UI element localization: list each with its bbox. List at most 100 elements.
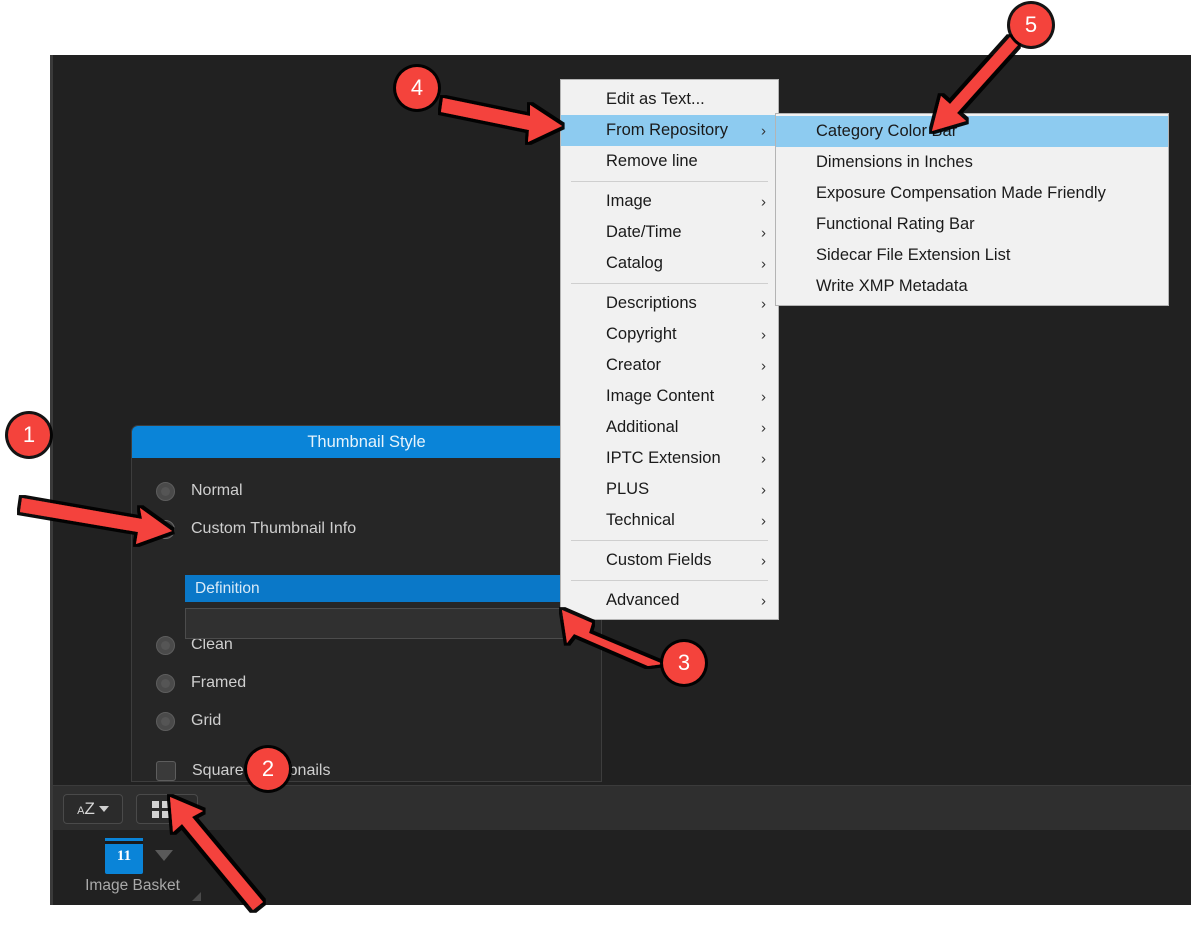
annotation-badge-2: 2 bbox=[247, 748, 289, 790]
menu-item-label: Edit as Text... bbox=[606, 90, 705, 108]
annotation-badge-5: 5 bbox=[1010, 4, 1052, 46]
thumbnail-view-button[interactable] bbox=[136, 794, 198, 824]
submenu-item-functional-rating-bar[interactable]: Functional Rating Bar bbox=[776, 209, 1168, 240]
menu-item-label: Additional bbox=[606, 418, 679, 436]
menu-separator bbox=[571, 580, 768, 581]
checkbox-square-thumbnails[interactable]: Square Thumbnails bbox=[132, 752, 601, 790]
screenshot-root: AZ 11 Image Basket Thumbnail Style Norma… bbox=[0, 0, 1191, 931]
menu-item-additional[interactable]: Additional › bbox=[561, 412, 778, 443]
menu-item-catalog[interactable]: Catalog › bbox=[561, 248, 778, 279]
repository-submenu: Category Color Bar Dimensions in Inches … bbox=[775, 113, 1169, 306]
submenu-item-label: Dimensions in Inches bbox=[816, 153, 973, 171]
menu-item-descriptions[interactable]: Descriptions › bbox=[561, 288, 778, 319]
chevron-right-icon: › bbox=[761, 592, 766, 609]
submenu-item-label: Functional Rating Bar bbox=[816, 215, 975, 233]
menu-separator bbox=[571, 540, 768, 541]
submenu-item-exposure-compensation-made-friendly[interactable]: Exposure Compensation Made Friendly bbox=[776, 178, 1168, 209]
menu-item-iptc-extension[interactable]: IPTC Extension › bbox=[561, 443, 778, 474]
submenu-item-category-color-bar[interactable]: Category Color Bar bbox=[776, 116, 1168, 147]
chevron-down-icon bbox=[172, 806, 183, 812]
menu-item-image[interactable]: Image › bbox=[561, 186, 778, 217]
chevron-right-icon: › bbox=[761, 450, 766, 467]
radio-icon bbox=[156, 711, 175, 731]
definition-input[interactable] bbox=[185, 608, 585, 639]
chevron-right-icon: › bbox=[761, 419, 766, 436]
radio-icon-selected bbox=[156, 519, 175, 539]
menu-item-copyright[interactable]: Copyright › bbox=[561, 319, 778, 350]
image-basket-count: 11 bbox=[116, 848, 132, 864]
menu-item-label: Image bbox=[606, 192, 652, 210]
chevron-right-icon: › bbox=[761, 326, 766, 343]
chevron-right-icon: › bbox=[761, 255, 766, 272]
radio-option-framed[interactable]: Framed bbox=[132, 664, 601, 702]
basket-dropdown-icon[interactable] bbox=[155, 850, 173, 861]
radio-option-grid[interactable]: Grid bbox=[132, 702, 601, 740]
image-basket-strip: 11 Image Basket bbox=[53, 830, 1191, 905]
sort-order-button[interactable]: AZ bbox=[63, 794, 123, 824]
radio-label: Grid bbox=[191, 712, 222, 729]
chevron-right-icon: › bbox=[761, 552, 766, 569]
radio-icon bbox=[156, 673, 175, 693]
menu-separator bbox=[571, 283, 768, 284]
image-basket-label: Image Basket bbox=[85, 877, 180, 894]
radio-label: Custom Thumbnail Info bbox=[191, 520, 357, 537]
menu-item-technical[interactable]: Technical › bbox=[561, 505, 778, 536]
resize-grip-icon[interactable] bbox=[192, 892, 201, 901]
context-menu: Edit as Text... From Repository › Remove… bbox=[560, 79, 779, 620]
checkbox-icon bbox=[156, 761, 176, 781]
menu-separator bbox=[571, 181, 768, 182]
sort-az-icon: AZ bbox=[77, 799, 95, 818]
submenu-item-dimensions-in-inches[interactable]: Dimensions in Inches bbox=[776, 147, 1168, 178]
menu-item-label: Copyright bbox=[606, 325, 677, 343]
menu-item-advanced[interactable]: Advanced › bbox=[561, 585, 778, 616]
menu-item-from-repository[interactable]: From Repository › bbox=[561, 115, 778, 146]
menu-item-label: Technical bbox=[606, 511, 675, 529]
radio-icon bbox=[156, 635, 175, 655]
menu-item-label: Advanced bbox=[606, 591, 680, 609]
calendar-basket-icon: 11 bbox=[105, 838, 143, 874]
radio-icon bbox=[156, 481, 175, 501]
chevron-right-icon: › bbox=[761, 388, 766, 405]
menu-item-creator[interactable]: Creator › bbox=[561, 350, 778, 381]
thumbnail-style-dialog: Thumbnail Style Normal Custom Thumbnail … bbox=[131, 425, 602, 782]
dialog-title: Thumbnail Style bbox=[132, 426, 601, 458]
chevron-down-icon bbox=[98, 806, 109, 812]
submenu-item-label: Category Color Bar bbox=[816, 122, 958, 140]
menu-item-label: Image Content bbox=[606, 387, 715, 405]
menu-item-custom-fields[interactable]: Custom Fields › bbox=[561, 545, 778, 576]
bottom-toolbar: AZ bbox=[53, 785, 1191, 830]
radio-option-normal[interactable]: Normal bbox=[132, 472, 601, 510]
menu-item-label: From Repository bbox=[606, 121, 728, 139]
submenu-item-label: Sidecar File Extension List bbox=[816, 246, 1011, 264]
menu-item-label: Custom Fields bbox=[606, 551, 712, 569]
image-basket-panel[interactable]: 11 Image Basket bbox=[65, 836, 201, 901]
submenu-item-write-xmp-metadata[interactable]: Write XMP Metadata bbox=[776, 271, 1168, 302]
radio-option-custom-thumbnail-info[interactable]: Custom Thumbnail Info bbox=[132, 510, 601, 548]
submenu-item-sidecar-file-extension-list[interactable]: Sidecar File Extension List bbox=[776, 240, 1168, 271]
menu-item-label: Remove line bbox=[606, 152, 698, 170]
menu-item-remove-line[interactable]: Remove line bbox=[561, 146, 778, 177]
chevron-right-icon: › bbox=[761, 357, 766, 374]
menu-item-image-content[interactable]: Image Content › bbox=[561, 381, 778, 412]
chevron-right-icon: › bbox=[761, 512, 766, 529]
annotation-badge-4: 4 bbox=[396, 67, 438, 109]
menu-item-label: Descriptions bbox=[606, 294, 697, 312]
menu-item-label: Catalog bbox=[606, 254, 663, 272]
menu-item-label: IPTC Extension bbox=[606, 449, 721, 467]
annotation-badge-1: 1 bbox=[8, 414, 50, 456]
dialog-body: Normal Custom Thumbnail Info Definition … bbox=[132, 458, 601, 790]
menu-item-label: PLUS bbox=[606, 480, 650, 498]
chevron-right-icon: › bbox=[761, 481, 766, 498]
menu-item-label: Date/Time bbox=[606, 223, 682, 241]
annotation-badge-3: 3 bbox=[663, 642, 705, 684]
chevron-right-icon: › bbox=[761, 224, 766, 241]
submenu-item-label: Exposure Compensation Made Friendly bbox=[816, 184, 1106, 202]
menu-item-date-time[interactable]: Date/Time › bbox=[561, 217, 778, 248]
radio-label: Normal bbox=[191, 482, 243, 499]
menu-item-edit-as-text[interactable]: Edit as Text... bbox=[561, 84, 778, 115]
radio-label: Framed bbox=[191, 674, 247, 691]
menu-item-plus[interactable]: PLUS › bbox=[561, 474, 778, 505]
definition-header[interactable]: Definition bbox=[185, 575, 585, 602]
chevron-right-icon: › bbox=[761, 295, 766, 312]
menu-item-label: Creator bbox=[606, 356, 662, 374]
